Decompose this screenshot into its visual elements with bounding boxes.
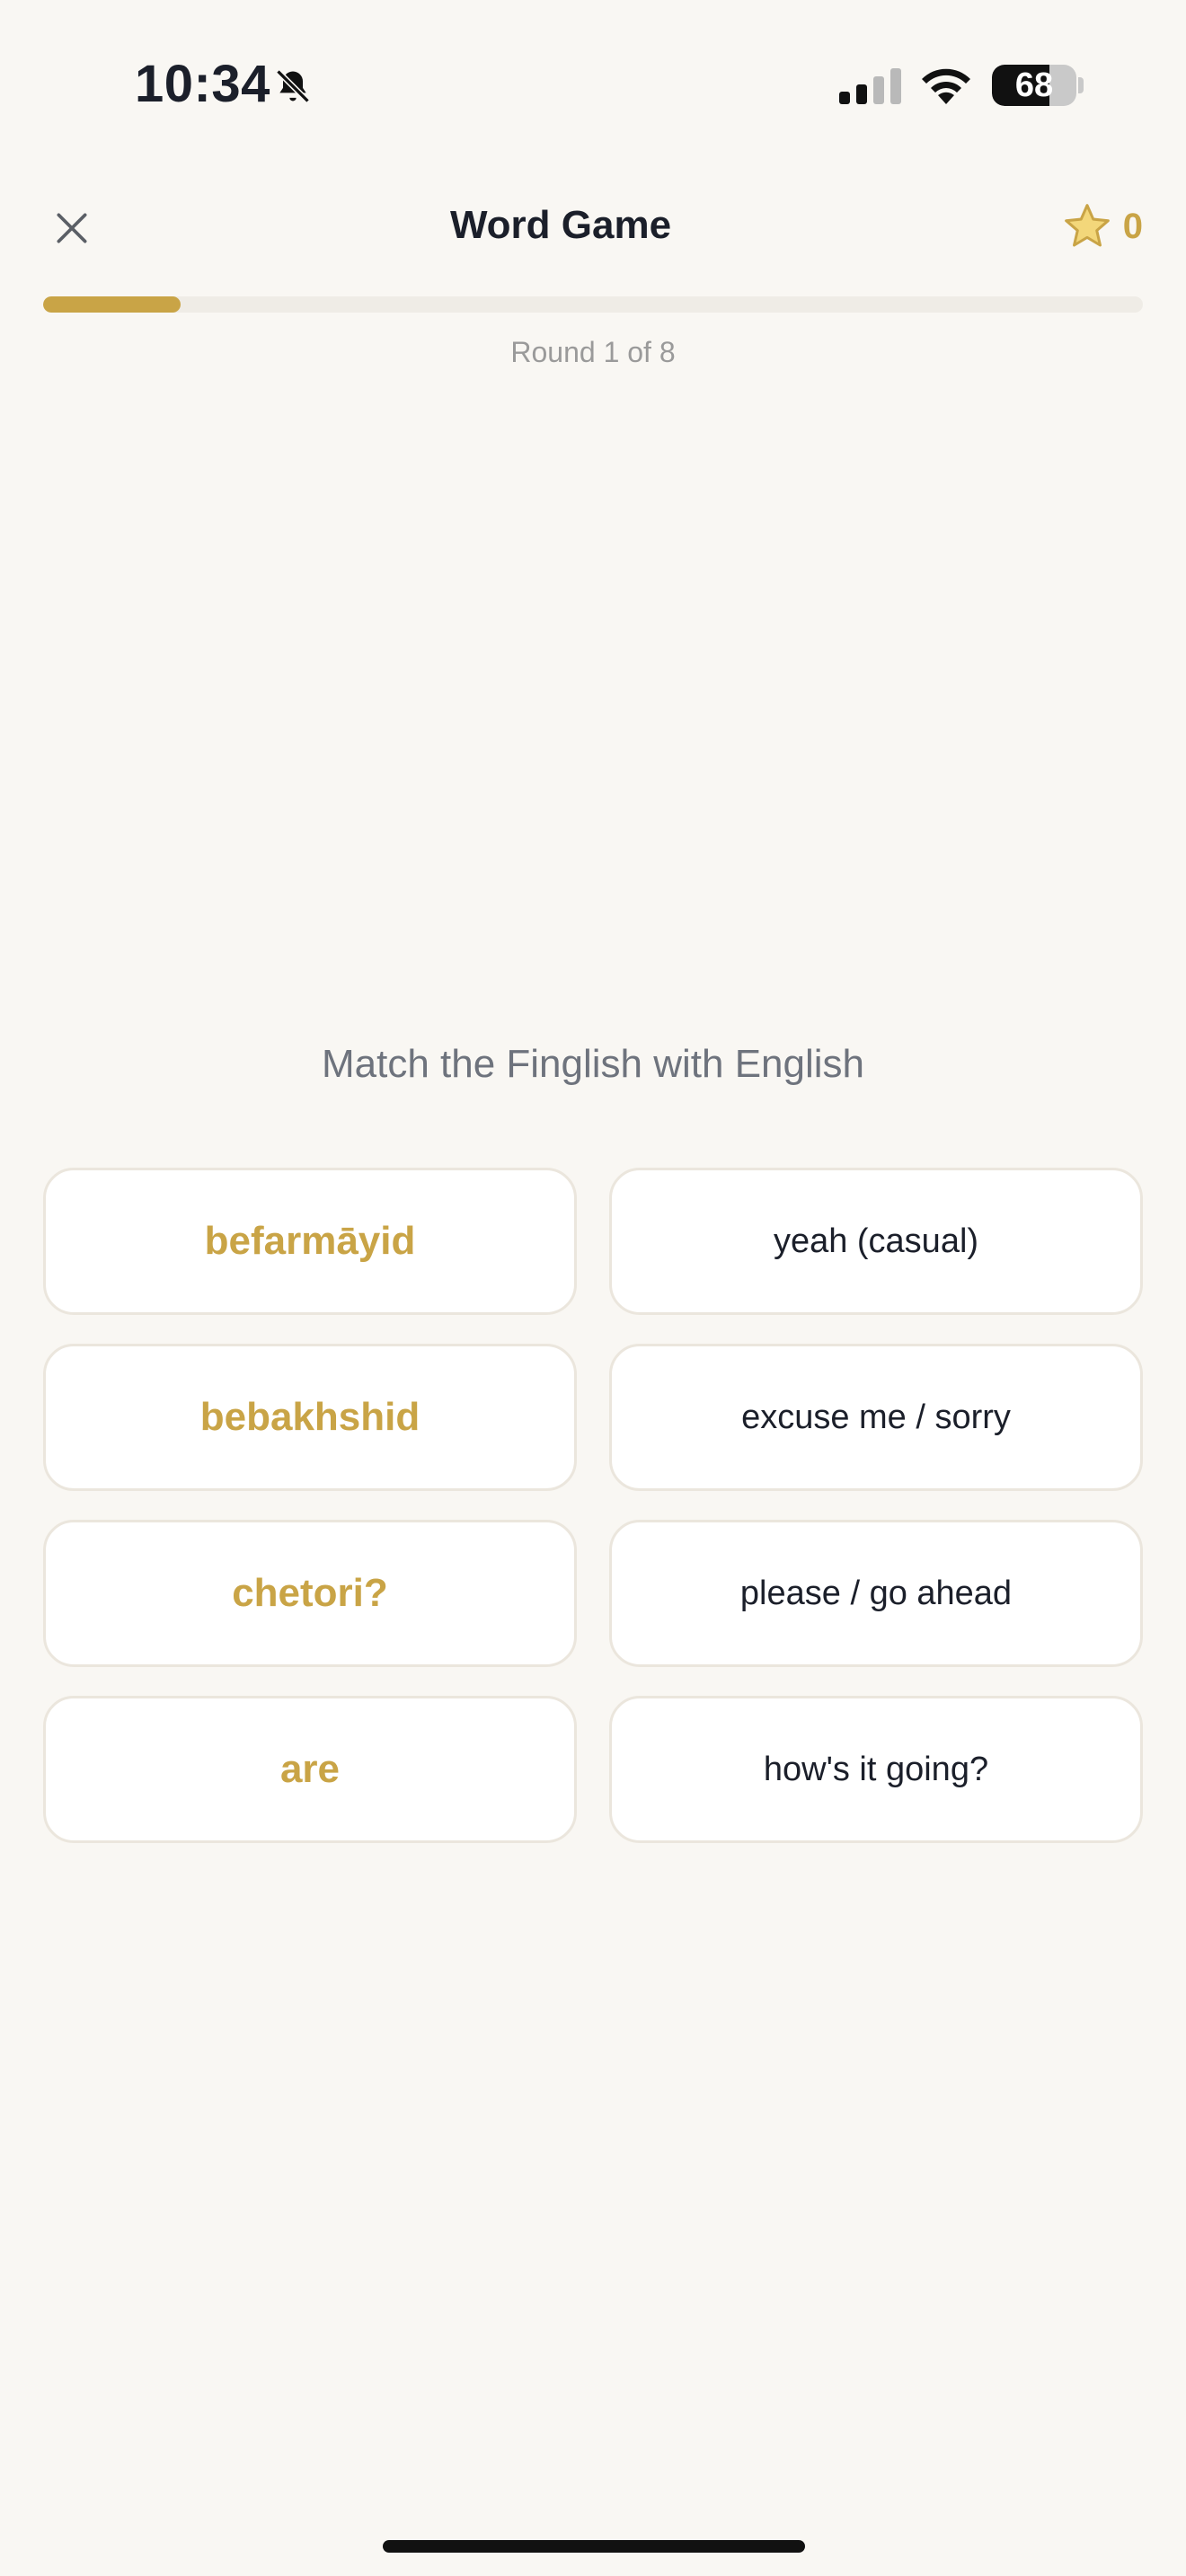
finglish-card[interactable]: are <box>43 1696 577 1843</box>
match-grid: befarmāyid yeah (casual) bebakhshid excu… <box>43 1168 1143 1843</box>
progress-fill <box>43 296 181 313</box>
finglish-word: chetori? <box>232 1571 388 1615</box>
english-card[interactable]: excuse me / sorry <box>609 1344 1143 1491</box>
english-card[interactable]: how's it going? <box>609 1696 1143 1843</box>
finglish-word: are <box>279 1747 341 1791</box>
status-time: 10:34 <box>135 55 270 113</box>
finglish-card[interactable]: bebakhshid <box>43 1344 577 1491</box>
battery-nub <box>1078 77 1084 93</box>
finglish-card[interactable]: befarmāyid <box>43 1168 577 1315</box>
home-indicator <box>383 2540 805 2553</box>
progress-bar <box>43 296 1143 313</box>
english-card[interactable]: please / go ahead <box>609 1520 1143 1667</box>
english-word: please / go ahead <box>739 1574 1013 1612</box>
battery-level: 68 <box>1014 66 1054 104</box>
english-word: how's it going? <box>763 1750 989 1788</box>
page-title: Word Game <box>449 203 672 247</box>
bell-off-icon <box>276 69 310 103</box>
score-display: 0 <box>1062 201 1143 251</box>
finglish-card[interactable]: chetori? <box>43 1520 577 1667</box>
english-word: excuse me / sorry <box>741 1398 1011 1436</box>
finglish-word: befarmāyid <box>204 1219 416 1263</box>
star-icon <box>1064 204 1110 247</box>
english-card[interactable]: yeah (casual) <box>609 1168 1143 1315</box>
round-label: Round 1 of 8 <box>510 336 676 368</box>
finglish-word: bebakhshid <box>199 1395 420 1439</box>
signal-icon <box>839 68 901 104</box>
english-word: yeah (casual) <box>773 1222 979 1260</box>
status-bar: 10:34 68 <box>0 0 1186 171</box>
game-prompt: Match the Finglish with English <box>321 1042 865 1086</box>
wifi-icon <box>922 68 970 104</box>
battery-icon: 68 <box>992 65 1076 106</box>
score-value: 0 <box>1122 206 1143 246</box>
